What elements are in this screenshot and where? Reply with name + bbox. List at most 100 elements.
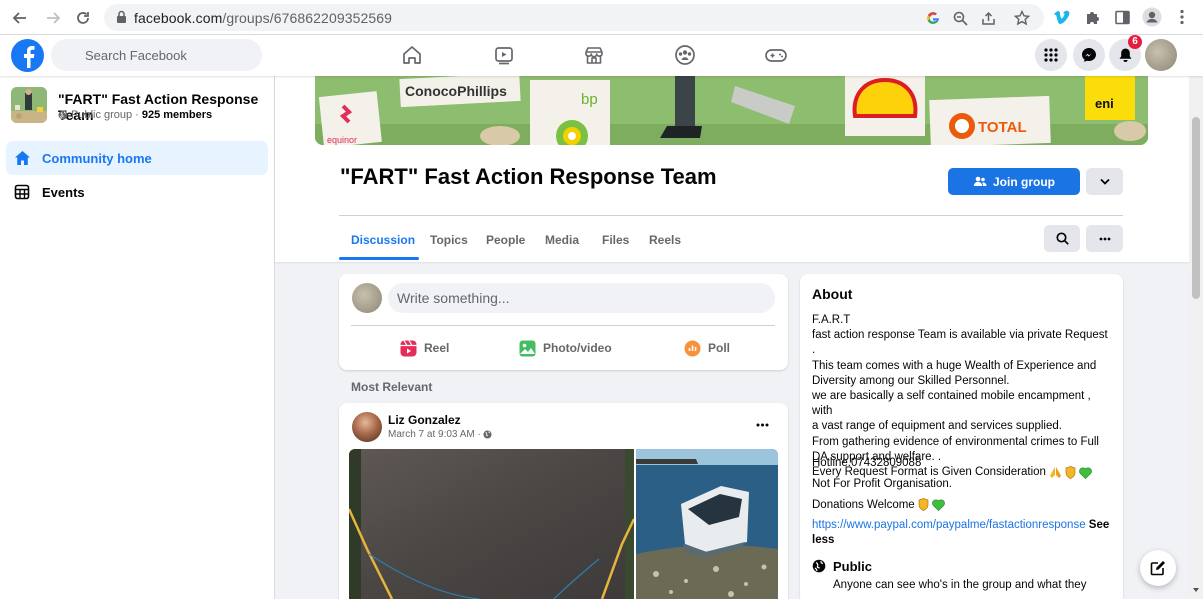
scrollbar-thumb[interactable] bbox=[1192, 117, 1200, 299]
privacy-label: Public group bbox=[71, 109, 133, 121]
photo-video-label: Photo/video bbox=[543, 341, 612, 355]
about-nonprofit: Not For Profit Organisation. bbox=[812, 478, 952, 490]
group-more-button[interactable] bbox=[1086, 225, 1123, 252]
globe-icon bbox=[58, 110, 68, 120]
marketplace-nav-icon[interactable] bbox=[580, 42, 608, 68]
member-count: 925 members bbox=[141, 109, 213, 121]
sidebar-item-label: Events bbox=[42, 184, 85, 200]
messenger-icon[interactable] bbox=[1073, 39, 1105, 71]
about-line: F.A.R.T bbox=[812, 314, 851, 326]
feed-sort-label[interactable]: Most Relevant bbox=[351, 380, 432, 394]
google-icon[interactable] bbox=[924, 9, 942, 27]
about-line: From gathering evidence of environmental… bbox=[812, 435, 1099, 448]
group-thumbnail[interactable] bbox=[11, 87, 47, 123]
globe-icon bbox=[812, 559, 826, 573]
sidebar-item-community-home[interactable]: Community home bbox=[6, 141, 268, 175]
about-line: Diversity among our Skilled Personnel. bbox=[812, 374, 1010, 387]
facebook-logo-icon[interactable] bbox=[11, 39, 44, 72]
gaming-nav-icon[interactable] bbox=[762, 42, 790, 68]
vimeo-extension-icon[interactable] bbox=[1051, 6, 1073, 28]
green-heart-icon bbox=[1079, 467, 1092, 479]
watch-nav-icon[interactable] bbox=[490, 42, 518, 68]
extensions-puzzle-icon[interactable] bbox=[1082, 6, 1104, 28]
about-line: This team comes with a huge Wealth of Ex… bbox=[812, 359, 1097, 372]
about-card: About F.A.R.T fast action response Team … bbox=[800, 274, 1123, 599]
menu-grid-icon[interactable] bbox=[1035, 39, 1067, 71]
photo-video-button[interactable]: Photo/video bbox=[519, 338, 612, 358]
scroll-down-icon[interactable] bbox=[1192, 586, 1200, 594]
shield-emoji-icon bbox=[1065, 466, 1076, 480]
chevron-down-icon bbox=[1099, 178, 1110, 185]
address-bar[interactable]: facebook.com/groups/676862209352569 bbox=[104, 4, 1044, 31]
new-message-button[interactable] bbox=[1140, 550, 1176, 586]
tab-people[interactable]: People bbox=[486, 233, 525, 247]
more-dots-icon bbox=[756, 423, 769, 427]
group-search-button[interactable] bbox=[1044, 225, 1080, 252]
group-options-button[interactable] bbox=[1086, 168, 1123, 195]
post-time-text[interactable]: March 7 at 9:03 AM · bbox=[388, 429, 481, 440]
shield-emoji-icon bbox=[918, 498, 929, 511]
bookmark-star-icon[interactable] bbox=[1013, 9, 1031, 27]
group-cover-photo[interactable]: equinor ConocoPhillips bp TOTAL eni bbox=[315, 76, 1148, 145]
about-paypal-link: https://www.paypal.com/paypalme/fastacti… bbox=[812, 518, 1114, 548]
write-something-input[interactable] bbox=[388, 283, 775, 313]
paypal-link[interactable]: https://www.paypal.com/paypalme/fastacti… bbox=[812, 519, 1086, 531]
public-title: Public bbox=[833, 559, 873, 574]
forward-icon[interactable] bbox=[41, 6, 65, 30]
nonprofit-text: Not For Profit Organisation. bbox=[812, 478, 952, 490]
about-line: we are basically a self contained mobile… bbox=[812, 390, 1091, 418]
zoom-icon[interactable] bbox=[951, 9, 969, 27]
post-author-avatar[interactable] bbox=[352, 412, 382, 442]
post-author-name[interactable]: Liz Gonzalez bbox=[388, 413, 461, 427]
group-sidebar: "FART" Fast Action Response Team Public … bbox=[0, 76, 275, 599]
about-description: F.A.R.T fast action response Team is ava… bbox=[812, 313, 1114, 480]
header-divider bbox=[339, 215, 1123, 216]
tab-files[interactable]: Files bbox=[602, 233, 629, 247]
group-header: equinor ConocoPhillips bp TOTAL eni "FAR… bbox=[275, 76, 1190, 262]
profile-icon[interactable] bbox=[1141, 6, 1163, 28]
reload-icon[interactable] bbox=[71, 6, 95, 30]
more-dots-icon bbox=[1099, 237, 1111, 241]
poll-button[interactable]: Poll bbox=[684, 338, 730, 358]
people-icon bbox=[973, 176, 987, 187]
sidebar-item-events[interactable]: Events bbox=[6, 175, 268, 209]
equinor-logo-text: equinor bbox=[327, 135, 357, 145]
public-description: Anyone can see who's in the group and wh… bbox=[833, 579, 1087, 591]
browser-toolbar: facebook.com/groups/676862209352569 bbox=[0, 0, 1203, 35]
about-line: a vast range of equipment and services s… bbox=[812, 420, 1062, 433]
composer-avatar[interactable] bbox=[352, 283, 382, 313]
praying-hands-emoji-icon bbox=[1049, 466, 1062, 479]
reel-icon bbox=[400, 339, 417, 357]
lock-icon bbox=[116, 10, 127, 24]
post-timestamp: March 7 at 9:03 AM · bbox=[388, 429, 492, 440]
post-photo-boat[interactable] bbox=[636, 449, 778, 599]
page-scrollbar[interactable] bbox=[1189, 35, 1203, 599]
browser-menu-icon[interactable] bbox=[1171, 6, 1193, 28]
hotline-text: Hotline.07432809088 bbox=[812, 457, 922, 469]
tab-media[interactable]: Media bbox=[545, 233, 579, 247]
sidebar-group-meta: Public group · 925 members bbox=[58, 109, 212, 121]
tab-topics[interactable]: Topics bbox=[430, 233, 468, 247]
side-panel-icon[interactable] bbox=[1111, 6, 1133, 28]
post-options-button[interactable] bbox=[750, 415, 774, 435]
back-icon[interactable] bbox=[8, 6, 32, 30]
account-avatar[interactable] bbox=[1145, 39, 1177, 71]
notification-badge: 6 bbox=[1128, 35, 1142, 49]
tab-discussion[interactable]: Discussion bbox=[351, 233, 415, 247]
join-group-button[interactable]: Join group bbox=[948, 168, 1080, 195]
calendar-icon bbox=[12, 184, 32, 200]
post-composer: Reel Photo/video Poll bbox=[339, 274, 788, 370]
facebook-search-input[interactable] bbox=[51, 39, 262, 71]
home-nav-icon[interactable] bbox=[398, 42, 426, 68]
sidebar-item-label: Community home bbox=[42, 150, 152, 166]
active-tab-indicator bbox=[339, 257, 419, 260]
reel-button[interactable]: Reel bbox=[400, 338, 449, 358]
url-text: facebook.com/groups/676862209352569 bbox=[134, 10, 393, 26]
total-logo-text: TOTAL bbox=[978, 119, 1027, 136]
post-photo-aerial[interactable] bbox=[349, 449, 634, 599]
about-donations: Donations Welcome bbox=[812, 498, 945, 511]
join-group-label: Join group bbox=[993, 174, 1055, 189]
groups-nav-icon[interactable] bbox=[671, 42, 699, 68]
tab-reels[interactable]: Reels bbox=[649, 233, 681, 247]
share-icon[interactable] bbox=[979, 9, 997, 27]
